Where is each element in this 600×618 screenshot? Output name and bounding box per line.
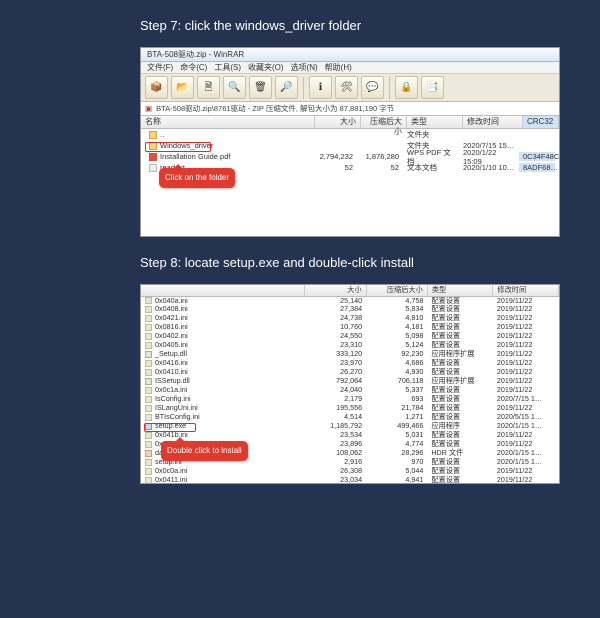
col-type[interactable]: 类型	[427, 285, 493, 296]
file-row[interactable]: ..文件夹	[141, 129, 559, 140]
address-text: BTA-508驱动.zip\8761驱动 - ZIP 压缩文件, 解包大小为 8…	[156, 104, 394, 113]
ini-icon	[145, 324, 152, 331]
toolbar-button[interactable]: 📑	[421, 76, 444, 99]
file-name: 0x0416.ini	[155, 358, 188, 367]
ini-icon	[145, 414, 152, 421]
table-row[interactable]: 0x0411.ini23,0344,941配置设置2019/11/22	[141, 476, 559, 484]
file-name: 0x0c1a.ini	[155, 385, 187, 394]
table-header[interactable]: 大小 压缩后大小 类型 修改时间	[141, 285, 559, 296]
menu-bar[interactable]: 文件(F) 命令(C) 工具(S) 收藏夹(O) 选项(N) 帮助(H)	[141, 62, 559, 74]
file-name: ISSetup.dll	[155, 376, 190, 385]
toolbar-button[interactable]: 📂	[171, 76, 194, 99]
toolbar-button[interactable]: 🛠	[335, 76, 358, 99]
ini-icon	[145, 369, 152, 376]
highlight-windows-driver	[145, 142, 211, 152]
toolbar-button[interactable]: 🔍	[223, 76, 246, 99]
toolbar-button[interactable]: ℹ	[309, 76, 332, 99]
menu-item[interactable]: 收藏夹(O)	[248, 63, 284, 72]
file-name: 0x0c0a.ini	[155, 466, 187, 475]
window-title: BTA-508驱动.zip - WinRAR	[141, 48, 559, 62]
col-compressed[interactable]: 压缩后大小	[366, 285, 427, 296]
col-crc[interactable]: CRC32	[523, 116, 559, 128]
file-name: 0x0816.ini	[155, 322, 188, 331]
ini-icon	[145, 405, 152, 412]
ini-icon	[145, 360, 152, 367]
file-name: 0x0402.ini	[155, 331, 188, 340]
ini-icon	[145, 342, 152, 349]
toolbar-button[interactable]: 💬	[361, 76, 384, 99]
toolbar-button[interactable]: 🗑	[249, 76, 272, 99]
col-name[interactable]	[141, 285, 305, 296]
archive-icon: ▣	[145, 104, 152, 113]
toolbar-button[interactable]: 📦	[145, 76, 168, 99]
col-date[interactable]: 修改时间	[463, 116, 523, 128]
address-bar[interactable]: ▣ BTA-508驱动.zip\8761驱动 - ZIP 压缩文件, 解包大小为…	[141, 102, 559, 116]
ini-icon	[145, 477, 152, 484]
dat-icon	[145, 450, 152, 457]
step8-heading: Step 8: locate setup.exe and double-clic…	[140, 255, 600, 270]
file-name: Installation Guide.pdf	[160, 152, 230, 161]
file-row[interactable]: Installation Guide.pdf2,794,2321,876,280…	[141, 151, 559, 162]
toolbar: 📦📂🗎🔍🗑🔎 ℹ🛠💬 🔒📑	[141, 74, 559, 102]
col-size[interactable]: 大小	[305, 285, 366, 296]
menu-item[interactable]: 命令(C)	[180, 63, 207, 72]
folder-icon	[149, 131, 157, 139]
ini-icon	[145, 441, 152, 448]
menu-item[interactable]: 帮助(H)	[325, 63, 352, 72]
ini-icon	[145, 333, 152, 340]
menu-item[interactable]: 文件(F)	[147, 63, 173, 72]
ini-icon	[145, 297, 152, 304]
ini-icon	[145, 432, 152, 439]
file-name: 0x0411.ini	[155, 475, 187, 484]
step7-heading: Step 7: click the windows_driver folder	[140, 18, 600, 33]
txt-icon	[149, 164, 157, 172]
ini-icon	[145, 459, 152, 466]
menu-item[interactable]: 工具(S)	[214, 63, 241, 72]
file-name: _Setup.dll	[155, 349, 187, 358]
file-name: IsConfig.ini	[155, 394, 191, 403]
col-name[interactable]: 名称	[141, 116, 315, 128]
ini-icon	[145, 468, 152, 475]
toolbar-button[interactable]: 🔒	[395, 76, 418, 99]
pdf-icon	[149, 153, 157, 161]
callout-click-folder: Click on the folder	[159, 168, 235, 188]
file-name: 0x0405.ini	[155, 340, 188, 349]
ini-icon	[145, 387, 152, 394]
file-name: 0x040a.ini	[155, 296, 188, 305]
file-name: 0x0410.ini	[155, 367, 188, 376]
col-date[interactable]: 修改时间	[493, 285, 559, 296]
col-size[interactable]: 大小	[315, 116, 361, 128]
toolbar-button[interactable]: 🗎	[197, 76, 220, 99]
highlight-setup-exe	[144, 423, 196, 432]
screenshot-file-list: 大小 压缩后大小 类型 修改时间 0x040a.ini25,1404,758配置…	[140, 284, 560, 484]
col-compressed[interactable]: 压缩后大小	[361, 116, 407, 128]
ini-icon	[145, 306, 152, 313]
callout-double-click: Double click to install	[161, 441, 248, 461]
dll-icon	[145, 351, 152, 358]
ini-icon	[145, 396, 152, 403]
col-type[interactable]: 类型	[407, 116, 463, 128]
file-name: ..	[160, 130, 164, 139]
menu-item[interactable]: 选项(N)	[291, 63, 318, 72]
file-name: 0x0421.ini	[155, 313, 188, 322]
file-name: 0x0408.ini	[155, 304, 188, 313]
ini-icon	[145, 315, 152, 322]
file-name: BTIsConfig.ini	[155, 412, 200, 421]
dll-icon	[145, 378, 152, 385]
file-name: ISLangUni.ini	[155, 403, 198, 412]
toolbar-button[interactable]: 🔎	[275, 76, 298, 99]
screenshot-winrar: BTA-508驱动.zip - WinRAR 文件(F) 命令(C) 工具(S) 收藏…	[140, 47, 560, 237]
column-headers[interactable]: 名称 大小 压缩后大小 类型 修改时间 CRC32	[141, 116, 559, 129]
